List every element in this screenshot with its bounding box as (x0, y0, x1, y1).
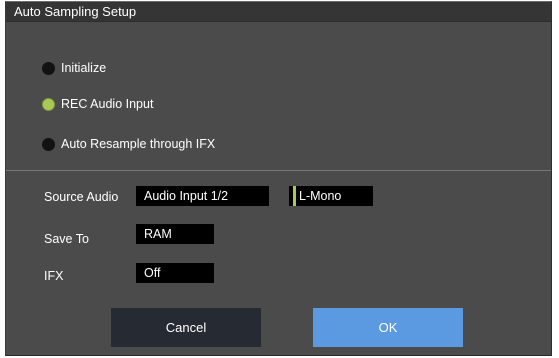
ifx-label: IFX (44, 269, 64, 283)
auto-sampling-setup-dialog: Auto Sampling Setup Initialize REC Audio… (5, 1, 552, 356)
save-to-label: Save To (44, 232, 89, 246)
source-channel-select[interactable]: L-Mono (289, 186, 373, 206)
source-channel-value: L-Mono (299, 189, 342, 203)
radio-button-selected-icon (42, 97, 55, 111)
radio-auto-resample-ifx-label: Auto Resample through IFX (61, 137, 216, 151)
radio-rec-audio-input-label: REC Audio Input (61, 97, 154, 111)
save-to-select[interactable]: RAM (136, 224, 214, 244)
dialog-titlebar: Auto Sampling Setup (6, 2, 551, 22)
radio-button-icon (42, 61, 55, 75)
radio-rec-audio-input[interactable]: REC Audio Input (42, 96, 153, 112)
cancel-button[interactable]: Cancel (111, 308, 261, 347)
radio-button-icon (42, 137, 55, 151)
source-audio-label: Source Audio (44, 190, 119, 204)
radio-initialize-label: Initialize (61, 61, 107, 75)
radio-initialize[interactable]: Initialize (42, 60, 106, 76)
ok-button[interactable]: OK (313, 308, 463, 347)
radio-auto-resample-ifx[interactable]: Auto Resample through IFX (42, 136, 215, 152)
dialog-title: Auto Sampling Setup (14, 4, 137, 19)
ifx-select[interactable]: Off (136, 263, 214, 283)
section-divider (6, 170, 551, 171)
source-audio-select[interactable]: Audio Input 1/2 (136, 186, 269, 206)
channel-indicator-icon (293, 186, 296, 206)
